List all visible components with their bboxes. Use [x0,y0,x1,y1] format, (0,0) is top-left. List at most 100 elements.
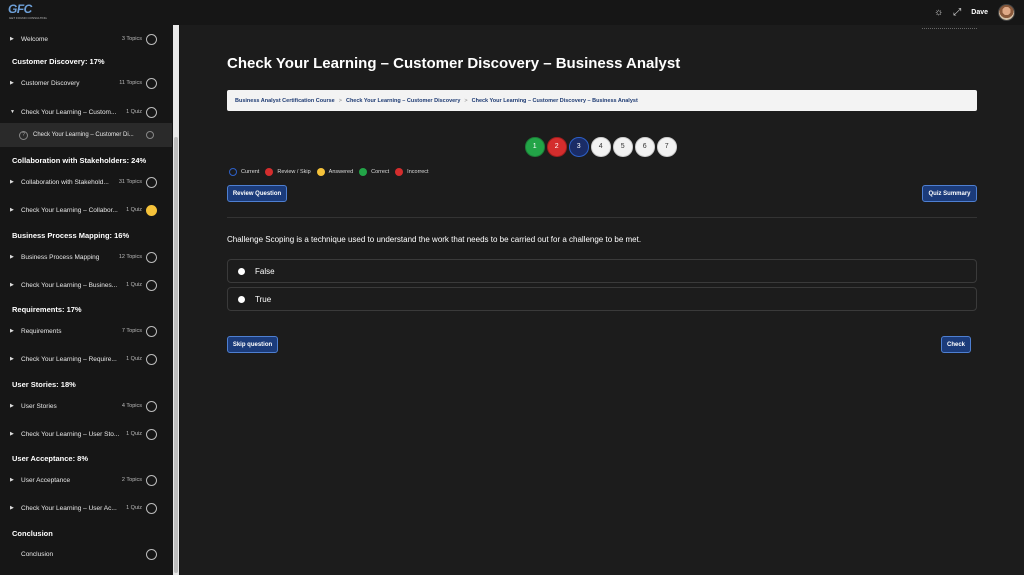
section-heading: User Acceptance: 8% [12,454,89,463]
question-number-button[interactable]: 4 [591,137,611,157]
expand-arrow-icon[interactable]: ▶ [10,328,14,334]
collapse-arrow-icon[interactable]: ▼ [10,109,15,115]
breadcrumb-item-lesson[interactable]: Check Your Learning – Customer Discovery [346,98,460,104]
progress-circle-icon [146,131,154,139]
sidebar-item-user-stories[interactable]: ▶ User Stories 4 Topics [0,392,172,420]
topic-count: 31 Topics [118,179,142,185]
review-question-button[interactable]: Review Question [227,185,287,202]
scrollbar-thumb[interactable] [174,137,178,573]
topic-count: 7 Topics [121,328,142,334]
check-button[interactable]: Check [941,336,971,353]
radio-button[interactable] [238,267,245,275]
username[interactable]: Dave [971,9,988,16]
sidebar-item-quiz-business[interactable]: ▶ Check Your Learning – Busines... 1 Qui… [0,271,172,299]
topic-count: 4 Topics [121,403,142,409]
question-number-button[interactable]: 5 [613,137,633,157]
radio-button[interactable] [238,295,245,303]
sidebar-item-label: Check Your Learning – Collabor... [21,206,118,214]
sidebar-item-quiz-user-acceptance[interactable]: ▶ Check Your Learning – User Ac... 1 Qui… [0,494,172,522]
sidebar-scrollbar[interactable] [173,25,179,575]
question-number-button[interactable]: 2 [547,137,567,157]
topic-count: 2 Topics [121,477,142,483]
progress-circle-icon [146,428,157,440]
sidebar-item-collaboration[interactable]: ▶ Collaboration with Stakehold... 31 Top… [0,168,172,196]
quiz-count: 1 Quiz [126,431,142,437]
expand-arrow-icon[interactable]: ▶ [10,431,14,437]
sidebar-item-label: Customer Discovery [21,79,80,87]
breadcrumb: Business Analyst Certification Course > … [227,90,977,111]
legend-label-review: Review / Skip [277,169,311,175]
top-bar: GFC GET FOUND CONSULTING ☼ ⤢ Dave [0,0,1024,25]
expand-arrow-icon[interactable]: ▶ [10,505,14,511]
expand-arrow-icon[interactable]: ▶ [10,403,14,409]
section-heading: Collaboration with Stakeholders: 24% [12,156,147,165]
answer-option-true[interactable]: True [227,287,977,311]
expand-arrow-icon[interactable]: ▶ [10,356,14,362]
breadcrumb-item-quiz[interactable]: Check Your Learning – Customer Discovery… [472,98,638,104]
sidebar-subitem-current-quiz[interactable]: ? Check Your Learning – Customer Di... [0,123,172,147]
sidebar-item-label: Business Process Mapping [21,253,100,261]
quiz-count: 1 Quiz [126,356,142,362]
expand-arrow-icon[interactable]: ▶ [10,254,14,260]
quiz-count: 1 Quiz [126,282,142,288]
legend-label-answered: Answered [328,169,354,175]
expand-arrow-icon[interactable]: ▶ [10,282,14,288]
breadcrumb-separator: > [338,97,342,104]
sidebar-item-quiz-requirements[interactable]: ▶ Check Your Learning – Require... 1 Qui… [0,345,172,373]
progress-circle-icon [146,77,157,89]
answer-option-false[interactable]: False [227,259,977,283]
question-number-button[interactable]: 3 [569,137,589,157]
sidebar-item-label: User Acceptance [21,476,71,484]
sidebar-item-quiz-collaboration[interactable]: ▶ Check Your Learning – Collabor... 1 Qu… [0,196,172,224]
topic-count: 11 Topics [119,80,142,86]
expand-icon[interactable]: ⤢ [953,7,961,18]
sidebar-item-user-acceptance[interactable]: ▶ User Acceptance 2 Topics [0,466,172,494]
expand-arrow-icon[interactable]: ▶ [10,80,14,86]
sidebar-item-label: User Stories [21,402,57,410]
progress-circle-icon [146,474,157,486]
sidebar-item-label: Collaboration with Stakehold... [21,178,109,186]
sidebar-item-label: Welcome [21,35,48,43]
question-number-button[interactable]: 6 [635,137,655,157]
logo-text: GFC [8,2,32,16]
sidebar-item-quiz-user-stories[interactable]: ▶ Check Your Learning – User Sto... 1 Qu… [0,420,172,448]
main-top-edge [922,25,977,29]
expand-arrow-icon[interactable]: ▶ [10,179,14,185]
expand-arrow-icon[interactable]: ▶ [10,207,14,213]
legend-label-current: Current [241,169,260,175]
section-heading: Customer Discovery: 17% [12,57,105,66]
sidebar-item-label: Check Your Learning – Custom... [21,108,117,116]
skip-question-button[interactable]: Skip question [227,336,278,353]
progress-circle-icon [146,400,157,412]
expand-arrow-icon[interactable]: ▶ [10,477,14,483]
quiz-summary-button[interactable]: Quiz Summary [922,185,977,202]
question-navigator: 1 2 3 4 5 6 7 [525,137,677,157]
sidebar-item-label: Requirements [21,327,62,335]
sidebar-item-requirements[interactable]: ▶ Requirements 7 Topics [0,317,172,345]
topic-count: 12 Topics [118,254,142,260]
sidebar-item-customer-discovery[interactable]: ▶ Customer Discovery 11 Topics [0,69,172,97]
site-logo[interactable]: GFC GET FOUND CONSULTING [8,2,47,22]
answer-label: True [255,294,272,304]
page-title: Check Your Learning – Customer Discovery… [227,55,681,72]
current-status-dot [229,168,237,176]
breadcrumb-separator: > [464,97,468,104]
breadcrumb-item-course[interactable]: Business Analyst Certification Course [235,98,335,104]
question-number-button[interactable]: 1 [525,137,545,157]
sidebar-item-conclusion[interactable]: Conclusion [0,540,172,568]
progress-circle-icon [146,353,157,365]
progress-circle-icon [146,204,157,216]
progress-circle-icon [146,33,157,45]
sidebar-item-business-process[interactable]: ▶ Business Process Mapping 12 Topics [0,243,172,271]
sun-icon[interactable]: ☼ [934,7,943,18]
expand-arrow-icon[interactable]: ▶ [10,36,14,42]
progress-circle-icon [146,176,157,188]
sidebar-item-label: Check Your Learning – User Sto... [21,430,120,438]
progress-circle-icon [146,548,157,560]
sidebar-item-quiz-customer[interactable]: ▼ Check Your Learning – Custom... 1 Quiz [0,98,172,126]
avatar[interactable] [998,4,1015,21]
correct-status-dot [359,168,368,176]
sidebar-item-welcome[interactable]: ▶ Welcome 3 Topics [0,25,172,53]
sidebar-item-label: Check Your Learning – Busines... [21,281,118,289]
question-number-button[interactable]: 7 [657,137,677,157]
